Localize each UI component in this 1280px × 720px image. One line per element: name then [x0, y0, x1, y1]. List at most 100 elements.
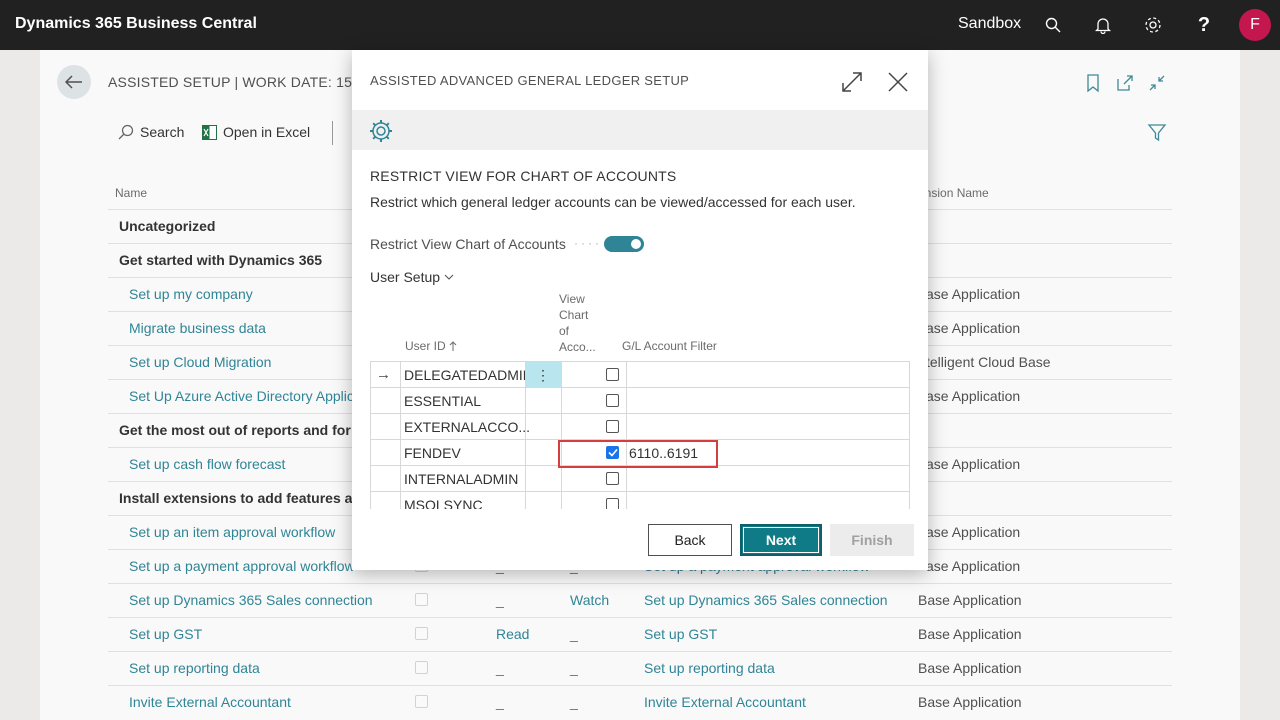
user-id-cell[interactable]: INTERNALADMIN [404, 471, 518, 487]
completed-checkbox[interactable] [415, 627, 428, 640]
bell-icon[interactable] [1091, 13, 1115, 37]
search-action-label: Search [140, 124, 185, 140]
setup-title-link[interactable]: Invite External Accountant [644, 694, 806, 710]
next-button[interactable]: Next [740, 524, 822, 556]
grid-row[interactable]: INTERNALADMIN [370, 466, 910, 492]
column-header-gl-account-filter[interactable]: G/L Account Filter [622, 338, 717, 354]
grid-row[interactable]: EXTERNALACCO... [370, 414, 910, 440]
completed-checkbox[interactable] [415, 593, 428, 606]
user-id-cell[interactable]: FENDEV [404, 445, 461, 461]
finish-button[interactable]: Finish [830, 524, 914, 556]
column-header-user-id[interactable]: User ID [405, 338, 457, 354]
help-icon[interactable]: ? [1192, 13, 1216, 37]
setup-link[interactable]: Migrate business data [129, 320, 266, 336]
table-row[interactable]: Invite External Accountant _ _ Invite Ex… [108, 685, 1172, 719]
app-title[interactable]: Dynamics 365 Business Central [15, 15, 257, 33]
toggle-knob [631, 239, 641, 249]
user-setup-grid: → DELEGATEDADMIN ⋮ ESSENTIAL EXTERNALACC… [370, 361, 910, 509]
table-row[interactable]: Set up reporting data _ _ Set up reporti… [108, 651, 1172, 685]
read-link[interactable]: _ [496, 694, 504, 710]
expand-icon[interactable] [840, 70, 864, 94]
extension-name: ase Application [926, 456, 1021, 472]
grid-row[interactable]: → DELEGATEDADMIN ⋮ [370, 362, 910, 388]
grid-row[interactable]: ESSENTIAL [370, 388, 910, 414]
setup-link[interactable]: Set up an item approval workflow [129, 524, 335, 540]
column-header-extension-name[interactable]: ension Name [918, 186, 989, 200]
setup-link[interactable]: Set up Dynamics 365 Sales connection [129, 592, 373, 608]
view-chart-checkbox[interactable] [606, 498, 619, 509]
column-header-name[interactable]: Name [115, 186, 147, 200]
setup-title-link[interactable]: Set up GST [644, 626, 717, 642]
setup-link[interactable]: Set up GST [129, 626, 202, 642]
open-in-excel-action[interactable]: Open in Excel [202, 124, 310, 140]
setup-title-link[interactable]: Set up Dynamics 365 Sales connection [644, 592, 888, 608]
restrict-view-toggle[interactable] [604, 236, 644, 252]
extension-name: ase Application [926, 320, 1021, 336]
read-link[interactable]: _ [496, 592, 504, 608]
current-row-arrow-icon: → [376, 366, 391, 383]
setup-link[interactable]: Set up reporting data [129, 660, 260, 676]
highlight-box [558, 440, 718, 468]
collapse-icon[interactable] [1147, 73, 1167, 93]
setup-link[interactable]: Set up Cloud Migration [129, 354, 271, 370]
completed-checkbox[interactable] [415, 695, 428, 708]
group-name: Get the most out of reports and for [119, 422, 351, 438]
open-new-window-icon[interactable] [1115, 73, 1135, 93]
back-button[interactable]: Back [648, 524, 732, 556]
dialog-toolbar [352, 110, 928, 150]
extension-name: telligent Cloud Base [926, 354, 1051, 370]
extension-name: Base Application [918, 694, 1022, 710]
row-actions-icon[interactable]: ⋮ [525, 362, 561, 388]
user-id-cell[interactable]: MSOLSYNC [404, 497, 483, 509]
extension-name: Base Application [918, 592, 1022, 608]
view-chart-checkbox[interactable] [606, 472, 619, 485]
user-id-header-label: User ID [405, 339, 446, 353]
gear-icon [370, 120, 392, 142]
setup-link[interactable]: Invite External Accountant [129, 694, 291, 710]
view-chart-checkbox[interactable] [606, 394, 619, 407]
user-id-cell[interactable]: EXTERNALACCO... [404, 419, 530, 435]
gear-icon[interactable] [1141, 13, 1165, 37]
setup-title-link[interactable]: Set up reporting data [644, 660, 775, 676]
back-arrow-icon[interactable] [57, 65, 91, 99]
view-chart-checkbox[interactable] [606, 368, 619, 381]
extension-name: ase Application [926, 524, 1021, 540]
user-id-cell[interactable]: DELEGATEDADMIN [404, 367, 533, 383]
user-id-cell[interactable]: ESSENTIAL [404, 393, 481, 409]
grid-row[interactable]: MSOLSYNC [370, 492, 910, 509]
user-setup-menu[interactable]: User Setup [370, 269, 454, 285]
action-divider [332, 121, 333, 145]
completed-checkbox[interactable] [415, 661, 428, 674]
read-link[interactable]: Read [496, 626, 529, 642]
group-name: Get started with Dynamics 365 [119, 252, 323, 268]
user-setup-label: User Setup [370, 269, 441, 285]
search-action[interactable]: Search [118, 124, 184, 140]
setup-link[interactable]: Set up my company [129, 286, 253, 302]
table-row[interactable]: Set up Dynamics 365 Sales connection _ W… [108, 583, 1172, 617]
close-icon[interactable] [886, 70, 910, 94]
extension-name: ase Application [926, 388, 1021, 404]
search-icon[interactable] [1041, 13, 1065, 37]
read-link[interactable]: _ [496, 660, 504, 676]
setup-link[interactable]: Set up cash flow forecast [129, 456, 285, 472]
table-row[interactable]: Set up GST Read _ Set up GST Base Applic… [108, 617, 1172, 651]
watch-link[interactable]: _ [570, 626, 578, 642]
page-caption: ASSISTED SETUP | WORK DATE: 15/10/2 [108, 74, 385, 90]
setup-link[interactable]: Set Up Azure Active Directory Applic [129, 388, 354, 404]
view-header-line: of [559, 324, 570, 338]
bookmark-icon[interactable] [1083, 73, 1103, 93]
filter-icon[interactable] [1147, 122, 1167, 142]
watch-link[interactable]: _ [570, 694, 578, 710]
dialog-title: ASSISTED ADVANCED GENERAL LEDGER SETUP [370, 73, 690, 88]
column-header-view-chart-of-accounts[interactable]: View Chart of Acco... [559, 291, 596, 355]
watch-link[interactable]: Watch [570, 592, 609, 608]
extension-name: Base Application [918, 626, 1022, 642]
group-name: Install extensions to add features ar [119, 490, 358, 506]
toggle-label: Restrict View Chart of Accounts [370, 236, 566, 252]
setup-link[interactable]: Set up a payment approval workflow [129, 558, 355, 574]
view-chart-checkbox[interactable] [606, 420, 619, 433]
avatar[interactable]: F [1239, 9, 1271, 41]
watch-link[interactable]: _ [570, 660, 578, 676]
assisted-setup-dialog: ASSISTED ADVANCED GENERAL LEDGER SETUP R… [352, 50, 928, 570]
open-in-excel-label: Open in Excel [223, 124, 311, 140]
